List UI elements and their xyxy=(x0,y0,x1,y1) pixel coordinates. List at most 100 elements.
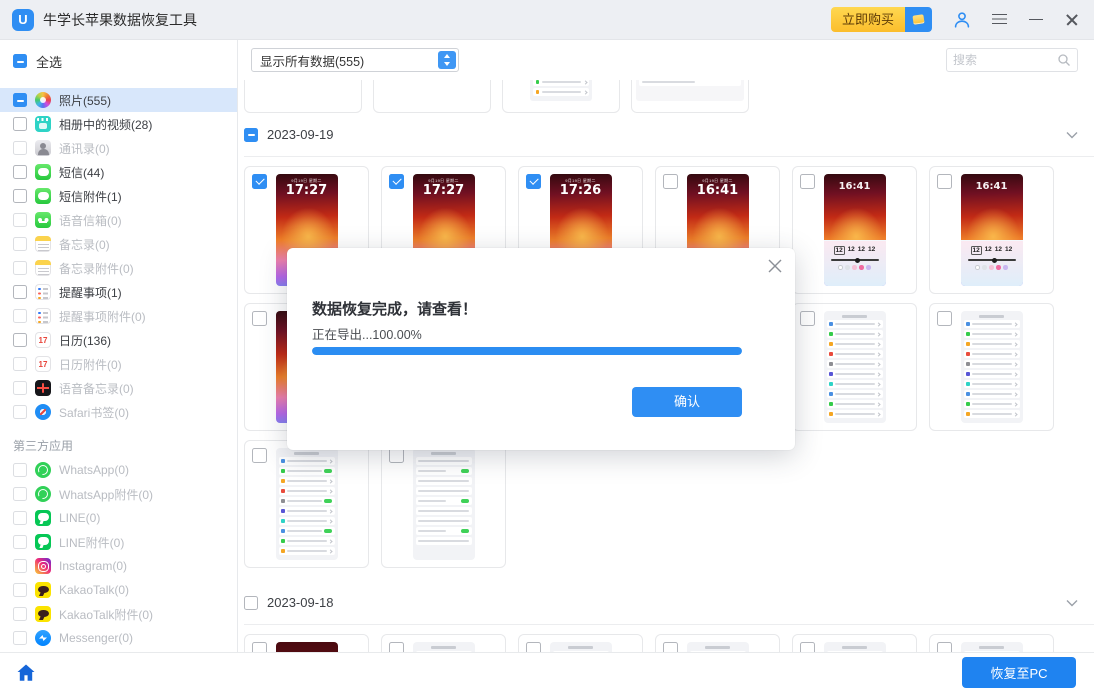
photo-card[interactable] xyxy=(381,440,506,568)
category-checkbox[interactable] xyxy=(13,117,27,131)
chevron-down-icon[interactable] xyxy=(1064,595,1080,611)
photo-checkbox[interactable] xyxy=(526,174,541,189)
category-checkbox[interactable] xyxy=(13,511,27,525)
category-checkbox[interactable] xyxy=(13,141,27,155)
confirm-button[interactable]: 确认 xyxy=(632,387,742,417)
sidebar-item-reminders[interactable]: 提醒事项附件(0) xyxy=(0,304,237,328)
photo-checkbox[interactable] xyxy=(663,642,678,652)
photo-card[interactable] xyxy=(244,80,362,113)
photo-card[interactable] xyxy=(381,634,506,652)
photo-card[interactable] xyxy=(631,80,749,113)
photo-checkbox[interactable] xyxy=(937,174,952,189)
category-checkbox[interactable] xyxy=(13,535,27,549)
chevron-down-icon[interactable] xyxy=(1064,127,1080,143)
photo-card[interactable] xyxy=(244,440,369,568)
close-window-icon[interactable] xyxy=(1064,12,1080,28)
home-icon[interactable] xyxy=(16,663,36,683)
category-checkbox[interactable] xyxy=(13,607,27,621)
photo-checkbox[interactable] xyxy=(389,448,404,463)
category-checkbox[interactable] xyxy=(13,165,27,179)
sidebar-item-photos[interactable]: 照片(555) xyxy=(0,88,237,112)
sidebar-item-line[interactable]: LINE附件(0) xyxy=(0,530,237,554)
sidebar-item-notes[interactable]: 备忘录附件(0) xyxy=(0,256,237,280)
search-box[interactable] xyxy=(946,48,1078,72)
category-checkbox[interactable] xyxy=(13,357,27,371)
photo-card[interactable] xyxy=(929,634,1054,652)
sidebar-item-notes[interactable]: 备忘录(0) xyxy=(0,232,237,256)
sidebar-item-calendar[interactable]: 日历(136) xyxy=(0,328,237,352)
category-checkbox[interactable] xyxy=(13,261,27,275)
sidebar-item-voicememo[interactable]: 语音备忘录(0) xyxy=(0,376,237,400)
photo-checkbox[interactable] xyxy=(252,448,267,463)
search-icon xyxy=(1057,53,1071,67)
search-input[interactable] xyxy=(953,53,1057,67)
photo-checkbox[interactable] xyxy=(800,311,815,326)
sidebar-item-video[interactable]: 相册中的视频(28) xyxy=(0,112,237,136)
minimize-icon[interactable] xyxy=(1028,12,1044,28)
sidebar-item-line[interactable]: LINE(0) xyxy=(0,506,237,530)
sidebar-item-safari[interactable]: Safari书签(0) xyxy=(0,400,237,424)
sidebar-item-messages[interactable]: 短信(44) xyxy=(0,160,237,184)
photo-checkbox[interactable] xyxy=(937,311,952,326)
photo-card[interactable] xyxy=(792,634,917,652)
user-account-icon[interactable] xyxy=(952,10,972,30)
date-group-header[interactable]: 2023-09-19 xyxy=(244,113,1094,157)
photo-card[interactable] xyxy=(518,634,643,652)
category-checkbox[interactable] xyxy=(13,189,27,203)
category-checkbox[interactable] xyxy=(13,381,27,395)
select-all-checkbox[interactable] xyxy=(13,54,27,68)
photo-card[interactable] xyxy=(373,80,491,113)
menu-icon[interactable] xyxy=(992,12,1008,28)
category-checkbox[interactable] xyxy=(13,237,27,251)
photo-checkbox[interactable] xyxy=(937,642,952,652)
photo-checkbox[interactable] xyxy=(389,174,404,189)
category-checkbox[interactable] xyxy=(13,309,27,323)
sidebar-item-kakaotalk[interactable]: KakaoTalk附件(0) xyxy=(0,602,237,626)
sidebar-item-kakaotalk[interactable]: KakaoTalk(0) xyxy=(0,578,237,602)
date-group-header[interactable]: 2023-09-18 xyxy=(244,581,1094,625)
sidebar-item-messages[interactable]: 短信附件(1) xyxy=(0,184,237,208)
photo-card[interactable]: 16:4112121212 xyxy=(792,166,917,294)
photo-checkbox[interactable] xyxy=(252,174,267,189)
color-swatches xyxy=(824,265,886,270)
category-checkbox[interactable] xyxy=(13,285,27,299)
category-checkbox[interactable] xyxy=(13,631,27,645)
sidebar-item-calendar[interactable]: 日历附件(0) xyxy=(0,352,237,376)
category-checkbox[interactable] xyxy=(13,93,27,107)
photo-checkbox[interactable] xyxy=(252,311,267,326)
sidebar-item-whatsapp[interactable]: WhatsApp附件(0) xyxy=(0,482,237,506)
category-checkbox[interactable] xyxy=(13,487,27,501)
sidebar-item-voicemail[interactable]: 语音信箱(0) xyxy=(0,208,237,232)
photo-checkbox[interactable] xyxy=(800,642,815,652)
photo-card[interactable] xyxy=(244,634,369,652)
photo-checkbox[interactable] xyxy=(389,642,404,652)
photo-checkbox[interactable] xyxy=(800,174,815,189)
category-checkbox[interactable] xyxy=(13,463,27,477)
date-group-checkbox[interactable] xyxy=(244,596,258,610)
category-checkbox[interactable] xyxy=(13,559,27,573)
sidebar-item-instagram[interactable]: Instagram(0) xyxy=(0,554,237,578)
data-filter-dropdown[interactable]: 显示所有数据(555) xyxy=(251,48,459,72)
photo-card[interactable] xyxy=(929,303,1054,431)
dropdown-spinner-icon[interactable] xyxy=(438,51,456,69)
photo-card[interactable]: 16:4112121212 xyxy=(929,166,1054,294)
category-checkbox[interactable] xyxy=(13,213,27,227)
dialog-close-icon[interactable] xyxy=(768,259,782,273)
select-all-row[interactable]: 全选 xyxy=(0,40,237,82)
photo-checkbox[interactable] xyxy=(663,174,678,189)
recover-to-pc-button[interactable]: 恢复至PC xyxy=(962,657,1076,688)
category-checkbox[interactable] xyxy=(13,405,27,419)
photo-card[interactable] xyxy=(502,80,620,113)
sidebar-item-contacts[interactable]: 通讯录(0) xyxy=(0,136,237,160)
category-checkbox[interactable] xyxy=(13,583,27,597)
photo-checkbox[interactable] xyxy=(526,642,541,652)
sidebar-item-reminders[interactable]: 提醒事项(1) xyxy=(0,280,237,304)
buy-now-button[interactable]: 立即购买 xyxy=(831,7,932,32)
sidebar-item-whatsapp[interactable]: WhatsApp(0) xyxy=(0,458,237,482)
photo-card[interactable] xyxy=(792,303,917,431)
photo-checkbox[interactable] xyxy=(252,642,267,652)
category-checkbox[interactable] xyxy=(13,333,27,347)
date-group-checkbox[interactable] xyxy=(244,128,258,142)
sidebar-item-messenger[interactable]: Messenger(0) xyxy=(0,626,237,650)
photo-card[interactable] xyxy=(655,634,780,652)
